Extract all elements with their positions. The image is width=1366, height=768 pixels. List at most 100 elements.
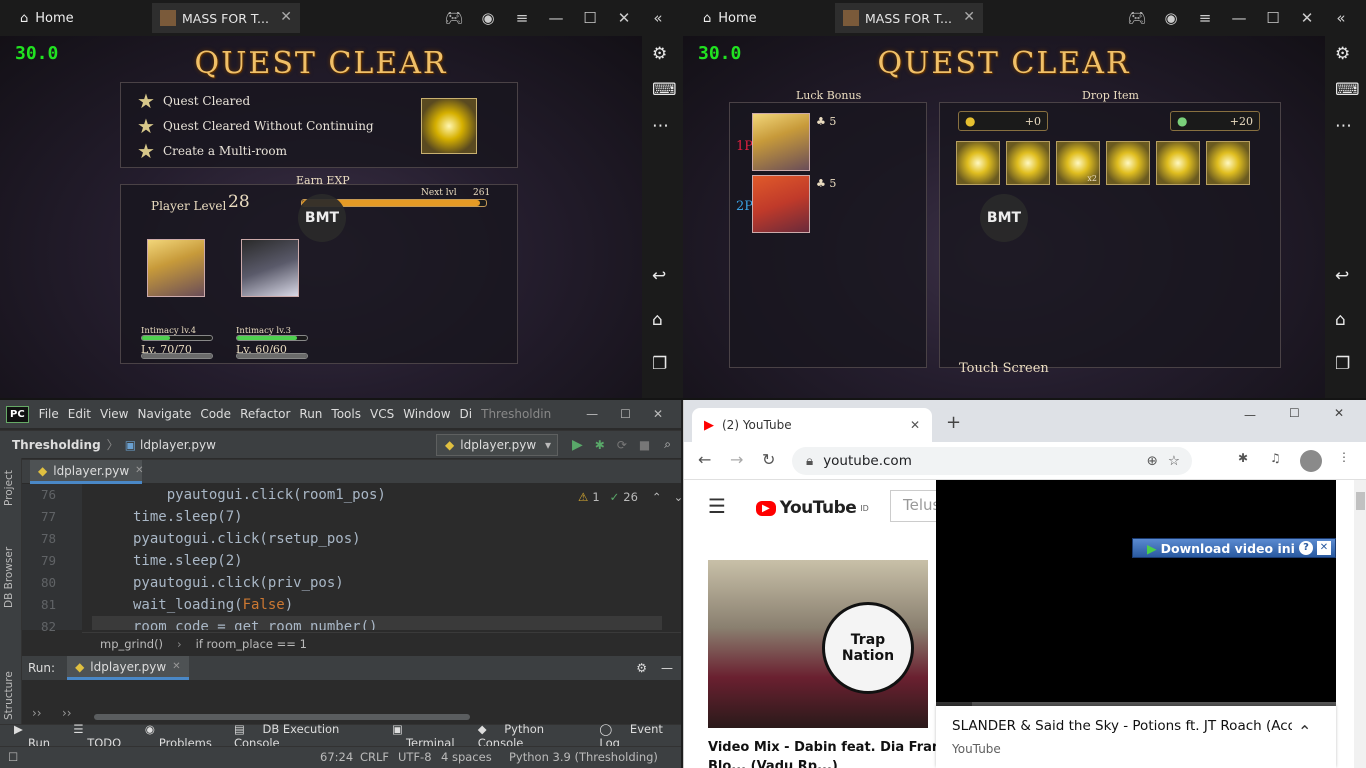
close-tab-icon[interactable]: ✕ [910,418,920,432]
reload-icon[interactable]: ↻ [762,450,775,469]
menu-db[interactable]: Di [460,407,473,421]
expand-icon[interactable]: ›› [62,706,72,720]
account-icon[interactable]: ◉ [471,9,505,27]
install-icon[interactable]: ⊕ [1147,453,1158,469]
close-tab-icon[interactable]: ✕ [280,9,292,25]
gamepad-icon[interactable]: 🎮︎ [1120,9,1154,27]
download-video-button[interactable]: ▶ Download video ini ? ✕ [1132,538,1336,558]
menu-code[interactable]: Code [200,407,231,421]
maximize-icon[interactable]: ☐ [620,407,631,421]
close-icon[interactable]: ✕ [1290,9,1324,27]
video-thumbnail[interactable]: Trap Nation [708,560,928,728]
youtube-logo[interactable]: ▶ YouTube ID [756,498,869,518]
game-tab[interactable]: MASS FOR T... ✕ [152,3,300,33]
chevron-up-icon[interactable]: ⌃ [652,490,662,504]
close-tab-icon[interactable]: ✕ [135,465,143,476]
menu-edit[interactable]: Edit [68,407,91,421]
kebab-menu-icon[interactable]: ⋮ [1338,450,1350,464]
stop-icon[interactable]: ■ [639,438,650,452]
code-editor[interactable]: pyautogui.click(room1_pos) time.sleep(7)… [92,484,662,630]
page-scrollbar[interactable] [1354,480,1366,768]
home-tab[interactable]: ⌂ Home [0,11,152,26]
tool-structure[interactable]: Structure [3,671,15,720]
account-icon[interactable]: ◉ [1154,9,1188,27]
chevron-up-icon[interactable]: ⌃ [1298,722,1311,741]
maximize-icon[interactable]: ☐ [573,9,607,27]
close-icon[interactable]: ✕ [1317,541,1331,555]
breadcrumb-function[interactable]: mp_grind() [100,637,163,651]
new-tab-icon[interactable]: + [946,412,961,433]
back-icon[interactable]: ↩ [652,266,666,286]
minimize-icon[interactable]: — [586,407,598,421]
maximize-icon[interactable]: ☐ [1256,9,1290,27]
run-output[interactable]: ›› ›› [22,680,681,724]
touch-screen-label[interactable]: Touch Screen [959,361,1049,376]
menu-window[interactable]: Window [403,407,450,421]
keyboard-icon[interactable]: ⌨ [1335,80,1360,100]
interpreter[interactable]: Python 3.9 (Thresholding) [509,750,658,764]
hamburger-icon[interactable]: ☰ [708,494,726,518]
bookmark-star-icon[interactable]: ☆ [1168,453,1180,469]
minimize-icon[interactable]: — [1244,408,1256,422]
breadcrumb-project[interactable]: Thresholding [12,438,101,452]
forward-icon[interactable]: → [730,450,743,469]
game-screen[interactable]: 30.0 QUEST CLEAR Luck Bonus Drop Item 1P… [683,36,1325,398]
menu-view[interactable]: View [100,407,128,421]
menu-vcs[interactable]: VCS [370,407,394,421]
extensions-icon[interactable]: ✱ [1238,451,1248,465]
chevron-down-icon[interactable]: ⌄ [674,490,684,504]
help-icon[interactable]: ? [1299,541,1313,555]
collapse-icon[interactable]: « [1324,9,1358,27]
home-icon[interactable]: ⌂ [652,310,663,330]
home-tab[interactable]: ⌂ Home [683,11,835,26]
profile-avatar[interactable] [1300,450,1322,472]
expand-icon[interactable]: ›› [32,706,42,720]
breadcrumb-block[interactable]: if room_place == 1 [196,637,307,651]
home-icon[interactable]: ⌂ [1335,310,1346,330]
indent-setting[interactable]: 4 spaces [441,750,492,764]
search-icon[interactable]: ⌕ [664,437,671,452]
line-separator[interactable]: CRLF [360,750,389,764]
settings-icon[interactable]: ⚙ [1335,44,1350,64]
run-icon[interactable]: ▶ [572,437,583,453]
recents-icon[interactable]: ❐ [1335,354,1350,374]
minimize-icon[interactable]: — [1222,9,1256,27]
gamepad-icon[interactable]: 🎮︎ [437,9,471,27]
media-icon[interactable]: ♫ [1270,451,1281,465]
miniplayer-channel[interactable]: YouTube [952,742,1001,756]
youtube-tab[interactable]: ▶ (2) YouTube ✕ [692,408,932,442]
minimize-icon[interactable]: — [539,9,573,27]
more-icon[interactable]: ⋯ [1335,116,1352,136]
close-tab-icon[interactable]: ✕ [172,661,180,672]
debug-icon[interactable]: ✱ [595,438,605,452]
back-icon[interactable]: ← [698,450,711,469]
menu-run[interactable]: Run [299,407,322,421]
address-bar[interactable]: 🔒︎ youtube.com ⊕ ☆ [792,447,1192,475]
menu-tools[interactable]: Tools [331,407,361,421]
game-screen[interactable]: 30.0 QUEST CLEAR ★ Quest Cleared ★ Quest C… [0,36,642,398]
tool-db-browser[interactable]: DB Browser [3,547,15,608]
gear-icon[interactable]: ⚙ [636,661,647,675]
editor-tab[interactable]: ◆ ldplayer.pyw ✕ [30,460,144,484]
inspection-widget[interactable]: ⚠ 1 ✓ 26 ⌃ ⌄ [578,490,683,504]
close-icon[interactable]: ✕ [653,407,663,421]
video-title-line2[interactable]: Blo... (Vadu Rp...) [708,759,838,768]
run-config-dropdown[interactable]: ◆ ldplayer.pyw ▾ [436,433,559,456]
close-tab-icon[interactable]: ✕ [963,9,975,25]
horizontal-scrollbar[interactable] [94,714,470,720]
back-icon[interactable]: ↩ [1335,266,1349,286]
maximize-icon[interactable]: ☐ [1289,406,1300,420]
scrollbar-thumb[interactable] [1356,492,1365,510]
close-icon[interactable]: ✕ [1334,406,1344,420]
game-tab[interactable]: MASS FOR T... ✕ [835,3,983,33]
menu-icon[interactable]: ≡ [505,9,539,27]
caret-position[interactable]: 67:24 [320,750,353,764]
menu-refactor[interactable]: Refactor [240,407,290,421]
recents-icon[interactable]: ❐ [652,354,667,374]
layout-icon[interactable]: ☐ [8,750,18,764]
menu-file[interactable]: File [39,407,59,421]
collapse-icon[interactable]: « [641,9,675,27]
coverage-icon[interactable]: ⟳ [617,438,627,452]
menu-navigate[interactable]: Navigate [138,407,192,421]
run-tab[interactable]: ◆ ldplayer.pyw ✕ [67,656,189,680]
